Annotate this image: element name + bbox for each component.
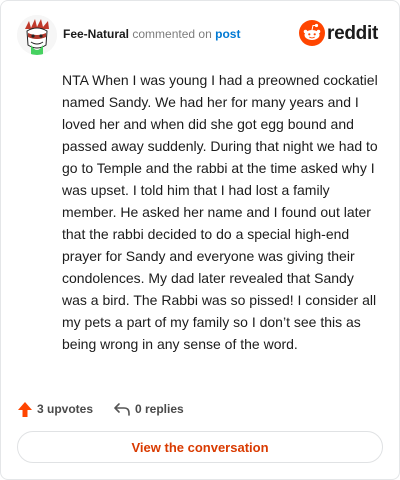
reddit-logo-icon: [299, 20, 325, 46]
post-link[interactable]: post: [215, 27, 240, 41]
username[interactable]: Fee-Natural: [63, 27, 129, 41]
view-conversation-button[interactable]: View the conversation: [17, 431, 383, 463]
upvote-count: 3 upvotes: [37, 402, 94, 416]
reddit-wordmark: reddit: [327, 23, 378, 44]
comment-body: NTA When I was young I had a preowned co…: [62, 72, 378, 352]
upvote-arrow-icon: [18, 401, 32, 417]
reply-button[interactable]: 0 replies: [113, 399, 184, 419]
comment-meta: Fee-Natural commented on post: [63, 26, 240, 42]
view-conversation-label: View the conversation: [131, 439, 269, 455]
reply-icon: [114, 403, 130, 416]
avatar[interactable]: [17, 15, 57, 55]
comment-actions: 3 upvotes 0 replies: [17, 399, 383, 419]
commented-on-label: commented on: [132, 27, 212, 41]
reddit-brand[interactable]: reddit: [299, 20, 383, 48]
upvote-button[interactable]: 3 upvotes: [17, 399, 93, 419]
reply-count: 0 replies: [135, 402, 184, 416]
comment-card: Fee-Natural commented on post reddit NTA…: [0, 0, 400, 480]
comment-header: Fee-Natural commented on post reddit: [17, 15, 383, 55]
